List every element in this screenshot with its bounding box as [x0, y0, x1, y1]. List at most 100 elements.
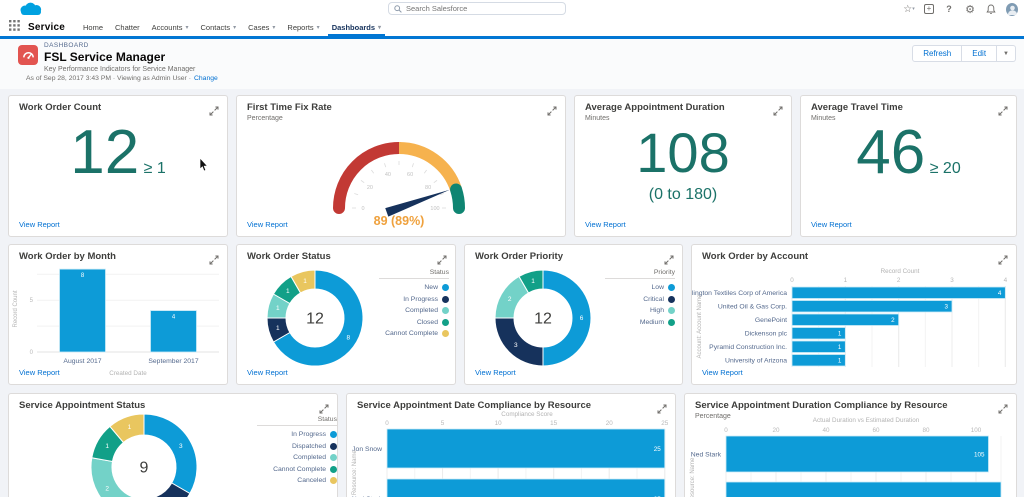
- svg-text:Dickenson plc: Dickenson plc: [745, 331, 788, 338]
- svg-text:10: 10: [495, 420, 503, 427]
- search-input[interactable]: [406, 4, 560, 13]
- tab-contacts[interactable]: Contacts▾: [201, 18, 237, 36]
- dashboard-meta: As of Sep 28, 2017 3:43 PM · Viewing as …: [26, 75, 218, 82]
- svg-text:4: 4: [1004, 277, 1008, 284]
- svg-text:100: 100: [430, 206, 439, 212]
- card-sadc: Service Appointment Date Compliance by R…: [346, 393, 676, 497]
- svg-text:0: 0: [385, 420, 389, 427]
- svg-text:Account: Account Name: Account: Account Name: [697, 294, 703, 359]
- metric-range: ≥ 1: [144, 160, 166, 178]
- svg-text:0: 0: [30, 350, 34, 356]
- svg-text:1: 1: [838, 331, 842, 338]
- svg-text:Record Count: Record Count: [881, 268, 920, 275]
- app-tab-bar: Service Home Chatter Accounts▾ Contacts▾…: [0, 18, 1024, 36]
- chart-area: 632112: [465, 263, 615, 383]
- svg-text:8: 8: [347, 334, 351, 341]
- svg-text:Service Resource: Name: Service Resource: Name: [352, 449, 358, 497]
- global-search[interactable]: [388, 2, 566, 15]
- chart-legend: StatusNewIn ProgressCompletedClosedCanno…: [379, 269, 449, 340]
- card-wobm: Work Order by Month 058August 20174Septe…: [8, 244, 228, 385]
- svg-text:80: 80: [922, 427, 930, 434]
- notifications-bell-icon[interactable]: [985, 3, 997, 15]
- card-wo-count: Work Order Count 12 ≥ 1View Report: [8, 95, 228, 237]
- view-report-link[interactable]: View Report: [475, 368, 516, 377]
- svg-text:2: 2: [897, 277, 901, 284]
- view-report-link[interactable]: View Report: [19, 368, 60, 377]
- tab-dashboards[interactable]: Dashboards▾: [332, 18, 381, 36]
- svg-text:1: 1: [128, 424, 132, 431]
- legend-item: Medium: [605, 317, 675, 329]
- salesforce-dashboard-screen: ☆▾ + ? ⚙ Service Home Chatter Accounts▾ …: [0, 0, 1024, 497]
- legend-item: In Progress: [257, 429, 337, 441]
- expand-icon[interactable]: [664, 252, 674, 270]
- svg-text:9: 9: [140, 460, 149, 477]
- view-report-link[interactable]: View Report: [247, 220, 288, 229]
- svg-text:0: 0: [724, 427, 728, 434]
- svg-text:40: 40: [385, 172, 391, 178]
- metric-range: (0 to 180): [575, 186, 791, 204]
- change-link[interactable]: Change: [194, 75, 218, 82]
- tab-home[interactable]: Home: [83, 18, 103, 36]
- svg-text:4: 4: [998, 290, 1002, 297]
- utility-icon-bar: ☆▾ + ? ⚙: [903, 0, 1018, 18]
- page-title: FSL Service Manager: [44, 50, 195, 64]
- tab-cases[interactable]: Cases▾: [248, 18, 275, 36]
- edit-button[interactable]: Edit: [962, 45, 997, 62]
- svg-text:1: 1: [531, 278, 535, 285]
- expand-icon[interactable]: [437, 252, 447, 270]
- svg-text:60: 60: [872, 427, 880, 434]
- chevron-down-icon: ▾: [317, 24, 320, 31]
- card-sadur: Service Appointment Duration Compliance …: [684, 393, 1017, 497]
- view-report-link[interactable]: View Report: [247, 368, 288, 377]
- chart-area: 02040608010089 (89%)(50 to 90): [237, 112, 566, 230]
- svg-text:5: 5: [30, 298, 34, 304]
- svg-text:Compliance Score: Compliance Score: [501, 411, 553, 418]
- metric-range: ≥ 20: [930, 160, 961, 178]
- avatar[interactable]: [1006, 3, 1018, 15]
- view-report-link[interactable]: View Report: [811, 220, 852, 229]
- legend-item: High: [605, 305, 675, 317]
- svg-text:University of Arizona: University of Arizona: [725, 358, 787, 365]
- app-launcher-icon[interactable]: [9, 18, 20, 36]
- refresh-button[interactable]: Refresh: [912, 45, 962, 62]
- add-icon[interactable]: +: [924, 4, 934, 14]
- chevron-down-icon: ▾: [185, 24, 188, 31]
- metric-value: 108: [636, 120, 729, 186]
- card-aad: Average Appointment DurationMinutes 108 …: [574, 95, 792, 237]
- svg-text:Service Resource: Name: Service Resource: Name: [690, 457, 696, 497]
- chart-area: Compliance Score051015202525Jon Snow25Ne…: [347, 408, 676, 497]
- svg-text:Ned Stark: Ned Stark: [691, 451, 722, 458]
- svg-text:5: 5: [441, 420, 445, 427]
- chart-area: 058August 20174September 2017Created Dat…: [9, 259, 228, 383]
- legend-item: In Progress: [379, 294, 449, 306]
- view-report-link[interactable]: View Report: [585, 220, 626, 229]
- favorites-star-icon[interactable]: ☆▾: [903, 3, 915, 15]
- svg-text:2: 2: [891, 317, 895, 324]
- card-title: Work Order Status: [247, 251, 331, 262]
- svg-text:25: 25: [654, 446, 662, 453]
- legend-item: Low: [605, 282, 675, 294]
- svg-text:1: 1: [276, 305, 280, 312]
- global-nav-bar: ☆▾ + ? ⚙: [0, 0, 1024, 18]
- view-report-link[interactable]: View Report: [702, 368, 743, 377]
- svg-text:2: 2: [508, 296, 512, 303]
- tab-chatter[interactable]: Chatter: [115, 18, 140, 36]
- tab-reports[interactable]: Reports▾: [287, 18, 319, 36]
- chart-area: 322119: [9, 410, 239, 497]
- svg-text:Created Date: Created Date: [109, 370, 147, 377]
- svg-text:GenePoint: GenePoint: [755, 317, 787, 324]
- svg-text:1: 1: [276, 325, 280, 332]
- svg-text:105: 105: [974, 451, 985, 458]
- tab-accounts[interactable]: Accounts▾: [152, 18, 189, 36]
- legend-item: Critical: [605, 294, 675, 306]
- more-actions-button[interactable]: ▼: [997, 45, 1016, 62]
- card-title: Work Order Priority: [475, 251, 563, 262]
- metric-value: 46: [856, 120, 925, 186]
- dashboard-header: DASHBOARD FSL Service Manager Key Perfor…: [0, 39, 1024, 89]
- svg-text:Burlington Textiles Corp of Am: Burlington Textiles Corp of America: [692, 290, 787, 297]
- setup-gear-icon[interactable]: ⚙: [964, 3, 976, 15]
- view-report-link[interactable]: View Report: [19, 220, 60, 229]
- help-icon[interactable]: ?: [943, 3, 955, 15]
- nav-tabs: Home Chatter Accounts▾ Contacts▾ Cases▾ …: [83, 18, 381, 36]
- svg-text:6: 6: [580, 315, 584, 322]
